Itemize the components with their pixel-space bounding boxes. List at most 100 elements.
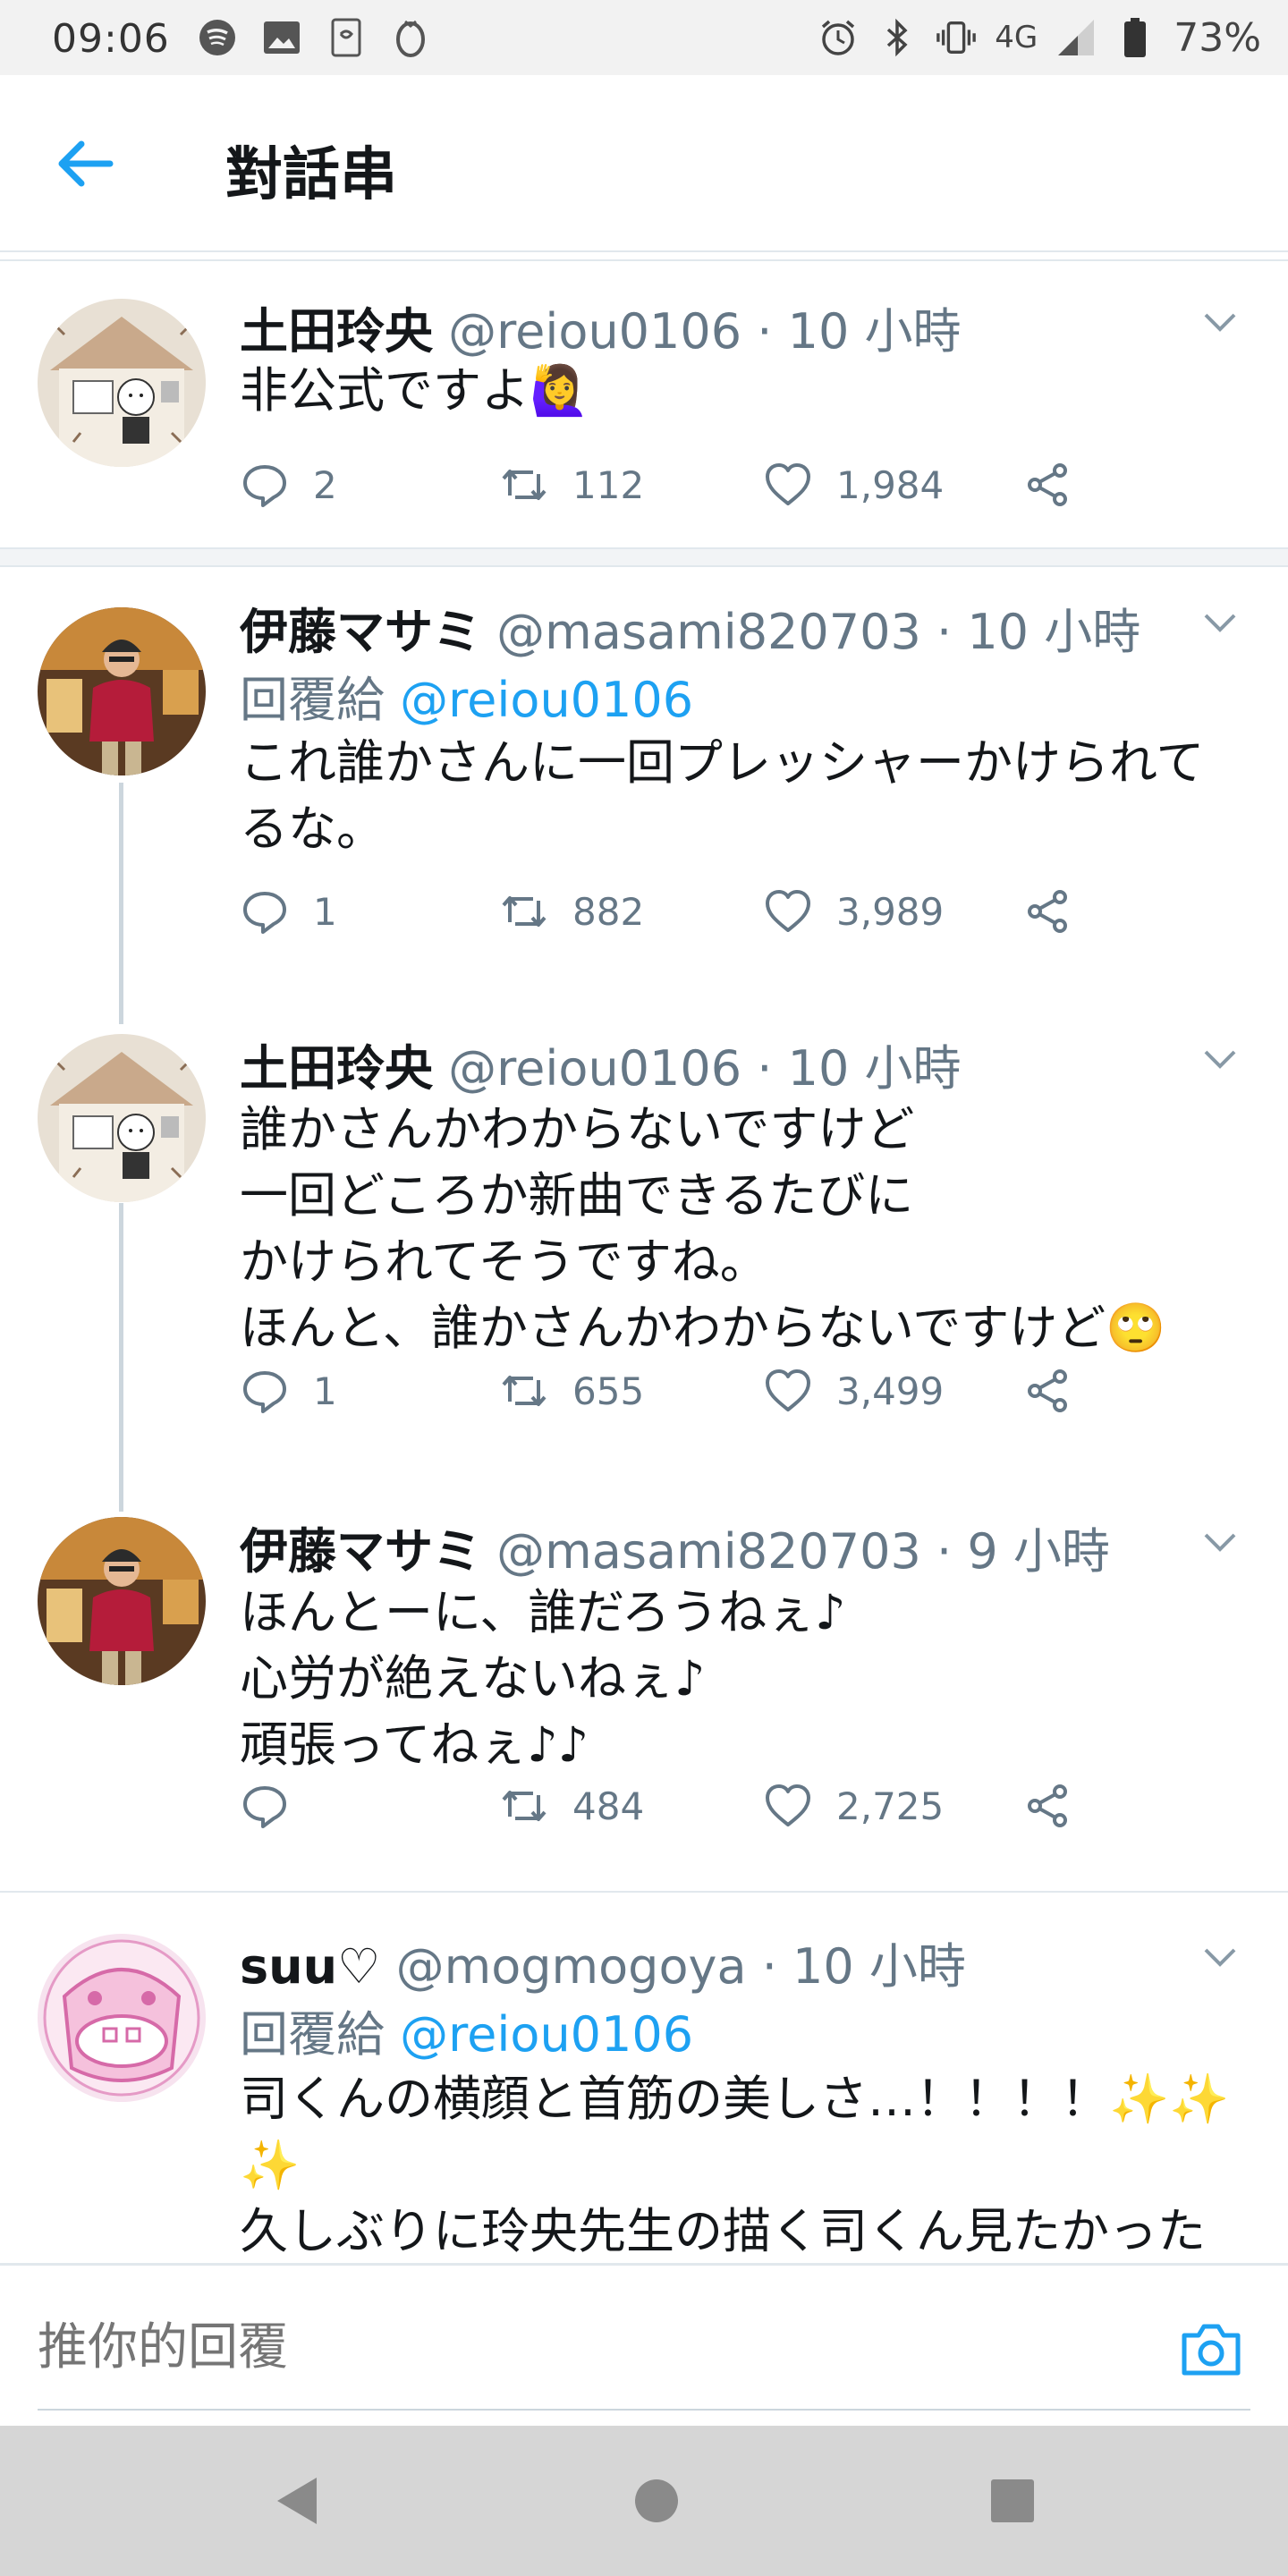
share-icon	[1028, 463, 1067, 506]
heart-icon	[766, 1784, 810, 1826]
tweet[interactable]: 土田玲央 @reiou0106 · 10 小時 非公式ですよ🙋‍♀️ 2 112…	[0, 261, 1288, 547]
chevron-down-icon[interactable]	[1199, 1521, 1241, 1563]
tweet-actions: 2 112 1,984	[240, 453, 1224, 516]
status-notification-icons	[197, 16, 431, 59]
reply-button[interactable]: 1	[240, 880, 337, 943]
avatar-image	[38, 1517, 206, 1685]
like-count: 2,725	[836, 1784, 945, 1828]
tweet[interactable]: 伊藤マサミ @masami820703 · 9 小時 ほんとーに、誰だろうねぇ♪…	[0, 1479, 1288, 1891]
tweet-header: 伊藤マサミ @masami820703 · 10 小時	[240, 592, 1140, 663]
camera-icon	[1182, 2324, 1241, 2376]
vibrate-icon	[936, 17, 977, 58]
signal-icon	[1055, 17, 1097, 58]
avatar[interactable]	[38, 1934, 206, 2102]
retweet-count: 655	[572, 1368, 645, 1413]
battery-percent: 73%	[1174, 14, 1261, 61]
page-title: 對話串	[225, 142, 397, 208]
retweet-button[interactable]: 112	[499, 453, 644, 516]
ring-icon	[390, 17, 431, 58]
reply-to-mention[interactable]: @reiou0106	[400, 672, 693, 728]
retweet-button[interactable]: 484	[499, 1775, 644, 1837]
avatar-image	[38, 1934, 206, 2102]
nav-back-button[interactable]	[263, 2467, 331, 2535]
recents-square-icon	[991, 2479, 1034, 2522]
reply-button[interactable]	[240, 1775, 313, 1837]
like-count: 3,499	[836, 1368, 945, 1413]
share-icon	[1028, 1369, 1067, 1412]
reply-input[interactable]	[38, 2316, 1156, 2378]
chevron-down-icon[interactable]	[1199, 601, 1241, 644]
chevron-down-icon[interactable]	[1199, 1038, 1241, 1080]
user-name[interactable]: 伊藤マサミ	[240, 1523, 481, 1580]
status-system-icons: 4G 73%	[818, 14, 1261, 61]
tweet-text-line: 心労が絶えないねぇ♪	[240, 1650, 706, 1707]
reply-icon	[243, 1371, 286, 1413]
like-count: 1,984	[836, 462, 945, 507]
home-circle-icon	[635, 2479, 678, 2522]
tweet-header: 土田玲央 @reiou0106 · 10 小時	[240, 292, 961, 362]
user-name[interactable]: 伊藤マサミ	[240, 604, 481, 660]
share-button[interactable]	[1022, 1775, 1072, 1837]
avatar[interactable]	[38, 607, 206, 775]
share-button[interactable]	[1022, 1360, 1072, 1422]
tweet-text-line: 久しぶりに玲央先生の描く司くん見たかった	[240, 2203, 1206, 2259]
tweet[interactable]: suu♡ @mogmogoya · 10 小時 回覆給 @reiou0106 司…	[0, 1893, 1288, 2263]
reply-to-prefix: 回覆給	[240, 2006, 385, 2063]
tweet[interactable]: 土田玲央 @reiou0106 · 10 小時 誰かさんかわからないですけど 一…	[0, 996, 1288, 1479]
reply-button[interactable]: 2	[240, 453, 337, 516]
network-type: 4G	[995, 20, 1038, 55]
like-button[interactable]: 3,499	[763, 1360, 944, 1422]
user-name[interactable]: suu♡	[240, 1938, 380, 1995]
reply-to-mention[interactable]: @reiou0106	[400, 2006, 693, 2063]
notification-icon	[326, 17, 367, 58]
back-button[interactable]	[54, 132, 116, 195]
user-handle: @mogmogoya · 10 小時	[395, 1938, 966, 1995]
tweet-actions: 1 655 3,499	[240, 1360, 1224, 1422]
tweet-text-line: 非公式ですよ🙋‍♀️	[240, 362, 590, 419]
tweet-text: 非公式ですよ🙋‍♀️	[240, 358, 1250, 424]
nav-recents-button[interactable]	[979, 2467, 1046, 2535]
reply-to-line: 回覆給 @reiou0106	[240, 660, 693, 731]
reply-count: 1	[313, 1368, 337, 1413]
retweet-button[interactable]: 655	[499, 1360, 644, 1422]
tweet[interactable]: 伊藤マサミ @masami820703 · 10 小時 回覆給 @reiou01…	[0, 567, 1288, 996]
like-button[interactable]: 2,725	[763, 1775, 944, 1837]
chevron-down-icon[interactable]	[1199, 301, 1241, 343]
status-bar: 09:06 4G 73%	[0, 0, 1288, 75]
heart-icon	[766, 1369, 810, 1411]
reply-to-prefix: 回覆給	[240, 672, 385, 728]
user-handle: @reiou0106 · 10 小時	[448, 303, 962, 360]
heart-icon	[766, 463, 810, 505]
reply-icon	[243, 892, 286, 934]
camera-button[interactable]	[1177, 2316, 1245, 2384]
share-icon	[1028, 1784, 1067, 1827]
gallery-icon	[261, 17, 302, 58]
alarm-icon	[818, 17, 859, 58]
user-name[interactable]: 土田玲央	[240, 1040, 433, 1097]
system-nav-bar	[0, 2426, 1288, 2576]
avatar[interactable]	[38, 1517, 206, 1685]
user-name[interactable]: 土田玲央	[240, 303, 433, 360]
user-handle: @reiou0106 · 10 小時	[448, 1040, 962, 1097]
divider	[0, 547, 1288, 567]
like-button[interactable]: 1,984	[763, 453, 944, 516]
nav-home-button[interactable]	[623, 2467, 691, 2535]
tweet-actions: 484 2,725	[240, 1775, 1224, 1837]
status-time: 09:06	[52, 16, 170, 62]
tweet-text: ほんとーに、誰だろうねぇ♪ 心労が絶えないねぇ♪ 頑張ってねぇ♪♪	[240, 1580, 1250, 1778]
tweet-text: 誰かさんかわからないですけど 一回どころか新曲できるたびに かけられてそうですね…	[240, 1097, 1250, 1361]
like-button[interactable]: 3,989	[763, 880, 944, 943]
avatar-image	[38, 607, 206, 775]
avatar[interactable]	[38, 1034, 206, 1202]
app-header: 對話串	[0, 75, 1288, 252]
retweet-count: 882	[572, 889, 645, 934]
chevron-down-icon[interactable]	[1199, 1936, 1241, 1979]
battery-icon	[1114, 17, 1156, 58]
share-button[interactable]	[1022, 880, 1072, 943]
avatar[interactable]	[38, 299, 206, 467]
tweet-header: 伊藤マサミ @masami820703 · 9 小時	[240, 1512, 1110, 1582]
reply-button[interactable]: 1	[240, 1360, 337, 1422]
retweet-button[interactable]: 882	[499, 880, 644, 943]
retweet-count: 112	[572, 462, 645, 507]
share-button[interactable]	[1022, 453, 1072, 516]
